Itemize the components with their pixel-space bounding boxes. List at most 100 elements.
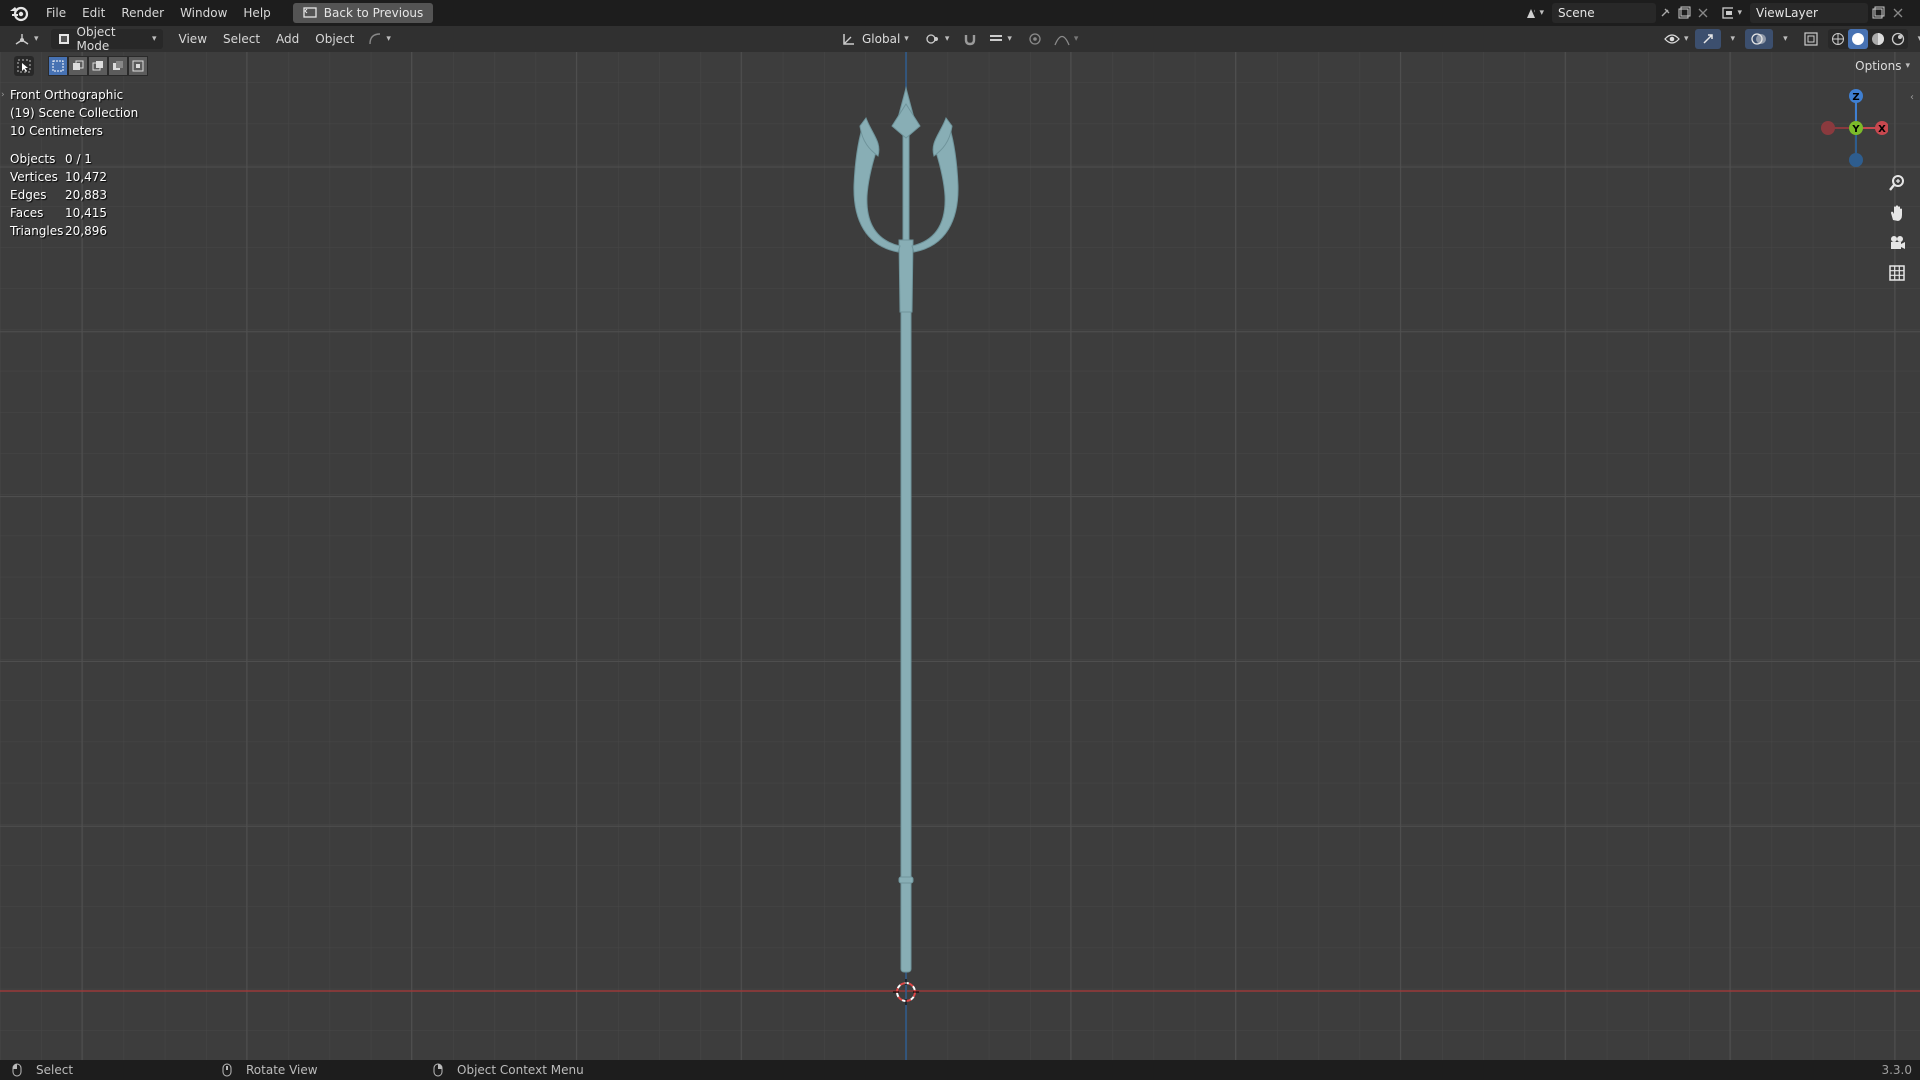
eye-icon	[1664, 34, 1680, 44]
new-scene-icon[interactable]	[1675, 3, 1694, 23]
intersect-selection-icon[interactable]	[128, 56, 148, 76]
shading-dropdown[interactable]: ▾	[1908, 29, 1920, 49]
viewport-header: ▾ Object Mode ▾ View Select Add Object ▾…	[0, 25, 1920, 53]
status-context-menu: Object Context Menu	[433, 1063, 584, 1077]
shading-mode-group	[1827, 29, 1908, 49]
screen-icon	[303, 7, 317, 18]
gizmo-dropdown[interactable]: ▾	[1721, 29, 1742, 49]
proportional-edit-icon	[1029, 33, 1041, 45]
hand-icon	[1891, 205, 1902, 221]
scene-name-field[interactable]: Scene	[1552, 3, 1656, 23]
status-select: Select	[12, 1063, 73, 1077]
navigation-gizmo[interactable]: Z X Y	[1818, 88, 1888, 168]
sidebar-expand-arrow-icon[interactable]: ‹	[1910, 92, 1914, 103]
options-dropdown[interactable]: Options ▾	[1855, 56, 1910, 76]
3d-viewport[interactable]	[0, 52, 1920, 1060]
stat-row-edges: Edges 20,883	[10, 188, 107, 202]
rendered-shading-icon[interactable]	[1888, 29, 1908, 49]
xray-icon	[1803, 32, 1818, 46]
mode-dropdown[interactable]: Object Mode ▾	[50, 25, 163, 53]
neg-x-axis-icon[interactable]	[1821, 121, 1835, 135]
wireframe-shading-icon[interactable]	[1828, 29, 1848, 49]
material-preview-icon[interactable]	[1868, 29, 1888, 49]
camera-view-button[interactable]	[1884, 230, 1910, 256]
editor-type-button[interactable]: ▾	[8, 29, 45, 49]
header-menu-object[interactable]: Object	[307, 32, 362, 46]
back-to-previous-button[interactable]: Back to Previous	[292, 3, 434, 23]
proportional-editing-toggle[interactable]	[1022, 29, 1048, 49]
extend-selection-icon[interactable]	[68, 56, 88, 76]
snap-toggle[interactable]	[957, 29, 983, 49]
overlays-dropdown[interactable]: ▾	[1773, 29, 1794, 49]
stat-row-objects: Objects 0 / 1	[10, 152, 92, 166]
xray-toggle[interactable]	[1798, 29, 1824, 49]
mouse-right-icon	[433, 1063, 443, 1077]
falloff-curve-icon	[1054, 35, 1070, 46]
stat-row-triangles: Triangles 20,896	[10, 224, 107, 238]
stat-row-vertices: Vertices 10,472	[10, 170, 107, 184]
grid-icon	[1889, 265, 1905, 281]
scene-statistics: Objects 0 / 1 Vertices 10,472 Edges 20,883 …	[10, 150, 107, 240]
select-tool-icon[interactable]	[14, 56, 34, 76]
camera-icon	[1891, 236, 1905, 249]
header-menu-add[interactable]: Add	[268, 32, 307, 46]
back-to-previous-label: Back to Previous	[323, 6, 424, 20]
gizmo-icon	[1703, 34, 1713, 44]
stat-row-faces: Faces 10,415	[10, 206, 107, 220]
close-scene-icon[interactable]	[1693, 3, 1712, 23]
set-new-selection-icon[interactable]	[48, 56, 68, 76]
mode-label: Object Mode	[76, 25, 116, 53]
solid-shading-icon[interactable]	[1847, 29, 1868, 49]
zoom-view-button[interactable]	[1884, 170, 1910, 196]
snap-target-dropdown[interactable]: ▾	[983, 29, 1018, 49]
toolbar-expand-arrow-icon[interactable]: ›	[1, 90, 5, 100]
proportional-falloff-dropdown[interactable]: ▾	[1048, 29, 1085, 49]
pan-view-button[interactable]	[1884, 200, 1910, 226]
view-layer-name-field[interactable]: ViewLayer	[1750, 3, 1868, 23]
neg-z-axis-icon[interactable]	[1849, 153, 1863, 167]
close-view-layer-icon[interactable]	[1888, 3, 1908, 23]
scene-name: Scene	[1558, 6, 1595, 20]
magnet-icon	[965, 35, 976, 46]
pin-icon[interactable]	[1656, 3, 1675, 23]
version-label: 3.3.0	[1881, 1063, 1912, 1077]
overlays-icon	[1751, 33, 1767, 45]
selection-mode-group	[48, 56, 148, 76]
menu-file[interactable]: File	[38, 6, 74, 20]
gizmo-x-label: X	[1878, 124, 1886, 135]
mouse-left-icon	[12, 1063, 22, 1077]
transform-orientation-dropdown[interactable]: Global ▾	[836, 29, 915, 49]
tool-settings-row	[14, 56, 148, 76]
status-rotate: Rotate View	[222, 1063, 318, 1077]
overlays-toggle[interactable]	[1745, 29, 1774, 49]
gizmo-z-label: Z	[1852, 92, 1859, 103]
snap-increment-icon	[990, 35, 1003, 41]
stroke-icon	[369, 33, 381, 45]
visibility-dropdown[interactable]: ▾	[1658, 29, 1695, 49]
header-menu-select[interactable]: Select	[215, 32, 268, 46]
view-layer-browse-icon[interactable]: ▾	[1722, 3, 1742, 23]
toggle-orthographic-button[interactable]	[1884, 260, 1910, 286]
zoom-icon	[1889, 175, 1904, 191]
menu-render[interactable]: Render	[113, 6, 172, 20]
menu-edit[interactable]: Edit	[74, 6, 113, 20]
invert-selection-icon[interactable]	[108, 56, 128, 76]
gpencil-dropdown[interactable]: ▾	[362, 29, 397, 49]
scene-browse-icon[interactable]: ▾	[1524, 3, 1544, 23]
pivot-point-dropdown[interactable]: ▾	[919, 29, 956, 49]
gizmo-toggle[interactable]	[1694, 29, 1721, 49]
grid-minor	[0, 52, 1920, 1060]
menu-help[interactable]: Help	[235, 6, 278, 20]
subtract-selection-icon[interactable]	[88, 56, 108, 76]
blender-logo-icon[interactable]	[8, 2, 30, 24]
scene-selector: ▾ Scene	[1524, 3, 1712, 23]
view-layer-name: ViewLayer	[1756, 6, 1818, 20]
collection-name: (19) Scene Collection	[10, 106, 139, 120]
header-menu-view[interactable]: View	[171, 32, 215, 46]
menu-window[interactable]: Window	[172, 6, 235, 20]
gizmo-y-label: Y	[1851, 124, 1860, 135]
view-layer-selector: ▾ ViewLayer	[1722, 3, 1914, 23]
pivot-icon	[926, 34, 938, 44]
new-view-layer-icon[interactable]	[1868, 3, 1888, 23]
3d-viewport-icon	[15, 34, 29, 45]
